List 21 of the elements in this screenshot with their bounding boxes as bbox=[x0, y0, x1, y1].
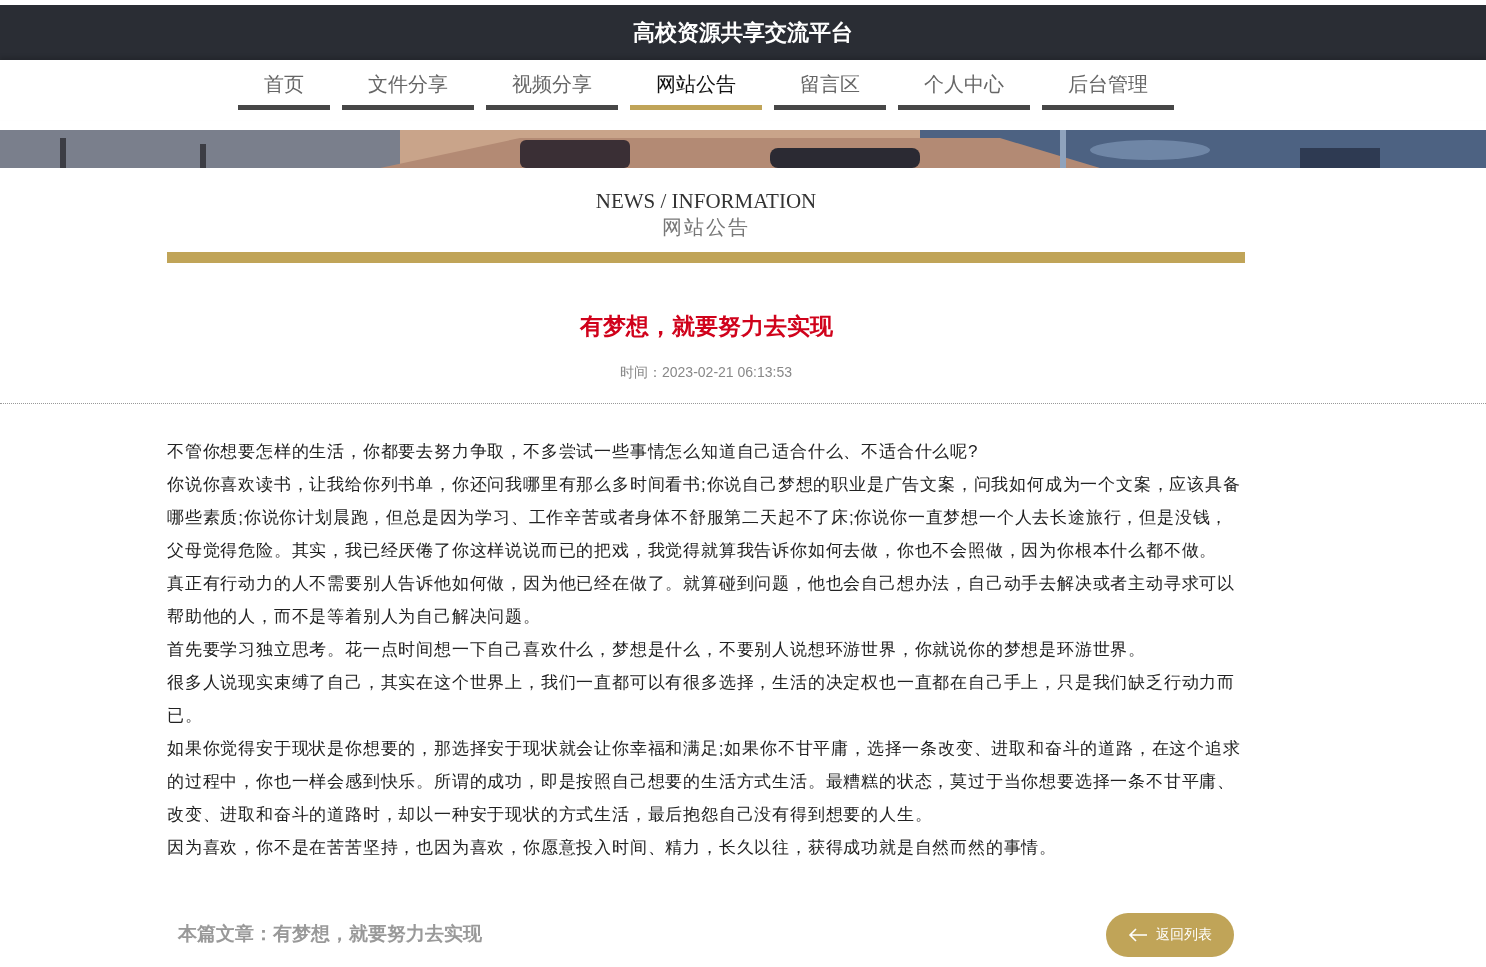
arrow-left-icon bbox=[1128, 926, 1148, 943]
section-subtitle: 网站公告 bbox=[661, 215, 751, 240]
article-paragraph: 如果你觉得安于现状是你想要的，那选择安于现状就会让你幸福和满足;如果你不甘平庸，选择一条改变、进取和奋斗的道路，在这个追求的过程中，你也一样会感到快乐。所谓的成功，即是按照自己想要的生活方式生活。最糟糕的状态，莫过于当你想要选择一条不甘平庸、改变、进取和奋斗的道路时，却以一种安于现状的方式生活，最后抱怨自己没有得到想要的人生。 bbox=[167, 737, 1242, 826]
article-paragraph: 真正有行动力的人不需要别人告诉他如何做，因为他已经在做了。就算碰到问题，他也会自己想办法，自己动手去解决或者主动寻求可以帮助他的人，而不是等着别人为自己解决问题。 bbox=[167, 572, 1236, 628]
nav-tab[interactable]: 视频分享 bbox=[486, 71, 618, 110]
article-paragraph: 因为喜欢，你不是在苦苦坚持，也因为喜欢，你愿意投入时间、精力，长久以往，获得成功就是自然而然的事情。 bbox=[167, 836, 1058, 859]
article-time: 时间：2023-02-21 06:13:53 bbox=[619, 362, 793, 382]
nav-tab[interactable]: 后台管理 bbox=[1042, 71, 1174, 110]
nav-tab[interactable]: 首页 bbox=[238, 71, 330, 110]
article-paragraph: 很多人说现实束缚了自己，其实在这个世界上，我们一直都可以有很多选择，生活的决定权也一直都在自己手上，只是我们缺乏行动力而已。 bbox=[167, 671, 1236, 727]
nav-tab[interactable]: 个人中心 bbox=[898, 71, 1030, 110]
nav-tab[interactable]: 文件分享 bbox=[342, 71, 474, 110]
article-title: 有梦想，就要努力去实现 bbox=[578, 312, 834, 341]
article-paragraph: 首先要学习独立思考。花一点时间想一下自己喜欢什么，梦想是什么，不要别人说想环游世界，你就说你的梦想是环游世界。 bbox=[167, 638, 1147, 661]
nav-tab[interactable]: 留言区 bbox=[774, 71, 886, 110]
site-title: 高校资源共享交流平台 bbox=[633, 19, 853, 47]
article-footer-label: 本篇文章：有梦想，就要努力去实现 bbox=[178, 922, 482, 947]
article-paragraph: 你说你喜欢读书，让我给你列书单，你还问我哪里有那么多时间看书;你说自己梦想的职业是广告文案，问我如何成为一个文案，应该具备哪些素质;你说你计划晨跑，但总是因为学习、工作辛苦或者身体不舒服第二天起不了床;你说你一直梦想一个人去长途旅行，但是没钱，父母觉得危险。其实，我已经厌倦了你这样说说而已的把戏，我觉得就算我告诉你如何去做，你也不会照做，因为你根本什么都不做。 bbox=[167, 473, 1242, 562]
section-title: NEWS / INFORMATION bbox=[594, 188, 818, 214]
article-paragraph: 不管你想要怎样的生活，你都要去努力争取，不多尝试一些事情怎么知道自己适合什么、不适合什么呢? bbox=[167, 440, 980, 463]
nav-tab[interactable]: 网站公告 bbox=[630, 71, 762, 110]
